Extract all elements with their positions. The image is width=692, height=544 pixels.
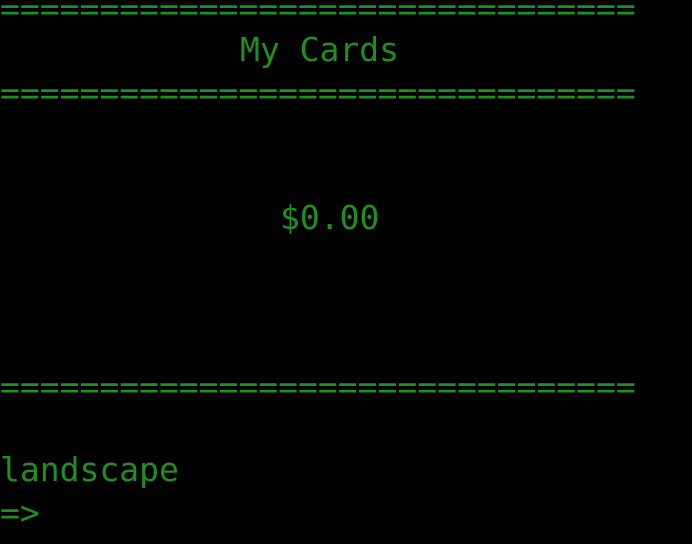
last-command: landscape (0, 450, 179, 489)
title-divider: ================================ (0, 73, 636, 112)
terminal-window: ================================ My Card… (0, 0, 692, 544)
command-prompt[interactable]: => (0, 492, 40, 534)
top-divider: ================================ (0, 0, 636, 28)
page-title: My Cards (240, 30, 399, 69)
bottom-divider: ================================ (0, 367, 636, 406)
card-balance: $0.00 (280, 198, 380, 237)
